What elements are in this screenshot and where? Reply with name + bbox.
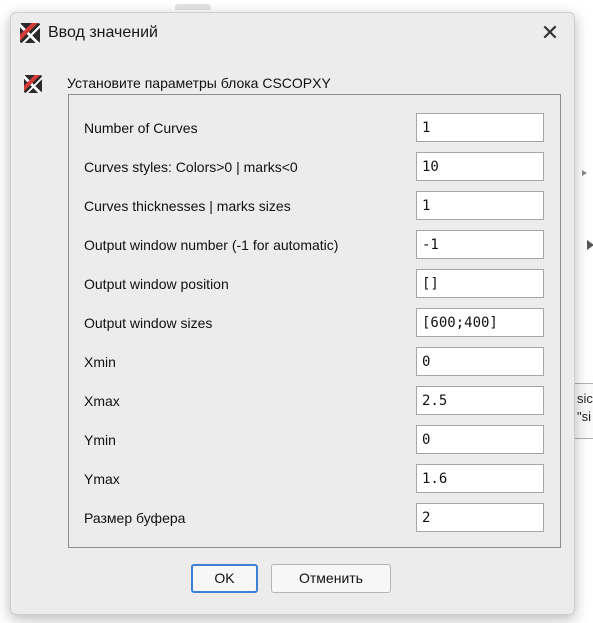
param-row-ymin: Ymin (69, 425, 560, 455)
param-row-output-window-number: Output window number (-1 for automatic) (69, 230, 560, 260)
param-label: Output window position (84, 276, 229, 292)
dialog-title: Ввод значений (48, 24, 158, 41)
param-label: Xmin (84, 354, 116, 370)
ok-button[interactable]: OK (191, 564, 258, 593)
param-label: Number of Curves (84, 120, 198, 136)
app-icon (20, 23, 40, 43)
ymax-input[interactable] (416, 464, 544, 493)
curves-thicknesses-input[interactable] (416, 191, 544, 220)
cancel-button[interactable]: Отменить (271, 564, 391, 593)
output-window-position-input[interactable] (416, 269, 544, 298)
output-window-number-input[interactable] (416, 230, 544, 259)
background-tab (175, 4, 211, 10)
param-row-buffer-size: Размер буфера (69, 503, 560, 533)
title-bar: Ввод значений ✕ (11, 13, 574, 53)
curves-styles-input[interactable] (416, 152, 544, 181)
param-row-output-window-sizes: Output window sizes (69, 308, 560, 338)
parameters-group: Number of Curves Curves styles: Colors>0… (68, 94, 561, 548)
param-row-xmax: Xmax (69, 386, 560, 416)
ymin-input[interactable] (416, 425, 544, 454)
input-dialog: Ввод значений ✕ Установите параметры бло… (10, 12, 575, 615)
close-button[interactable]: ✕ (536, 19, 564, 47)
param-row-number-of-curves: Number of Curves (69, 113, 560, 143)
background-port-arrow-icon (587, 240, 593, 250)
param-row-curves-thicknesses: Curves thicknesses | marks sizes (69, 191, 560, 221)
buffer-size-input[interactable] (416, 503, 544, 532)
number-of-curves-input[interactable] (416, 113, 544, 142)
param-label: Curves styles: Colors>0 | marks<0 (84, 159, 298, 175)
xmax-input[interactable] (416, 386, 544, 415)
param-label: Output window sizes (84, 315, 213, 331)
close-icon: ✕ (540, 20, 560, 45)
output-window-sizes-input[interactable] (416, 308, 544, 337)
param-label: Ymax (84, 471, 120, 487)
param-row-ymax: Ymax (69, 464, 560, 494)
param-row-curves-styles: Curves styles: Colors>0 | marks<0 (69, 152, 560, 182)
param-row-output-window-position: Output window position (69, 269, 560, 299)
xmin-input[interactable] (416, 347, 544, 376)
param-row-xmin: Xmin (69, 347, 560, 377)
block-icon (24, 75, 42, 93)
dialog-prompt: Установите параметры блока CSCOPXY (67, 75, 331, 91)
param-label: Xmax (84, 393, 120, 409)
param-label: Output window number (-1 for automatic) (84, 237, 339, 253)
param-label: Размер буфера (84, 510, 186, 526)
background-port-arrow-icon (582, 170, 587, 176)
param-label: Curves thicknesses | marks sizes (84, 198, 291, 214)
param-label: Ymin (84, 432, 116, 448)
